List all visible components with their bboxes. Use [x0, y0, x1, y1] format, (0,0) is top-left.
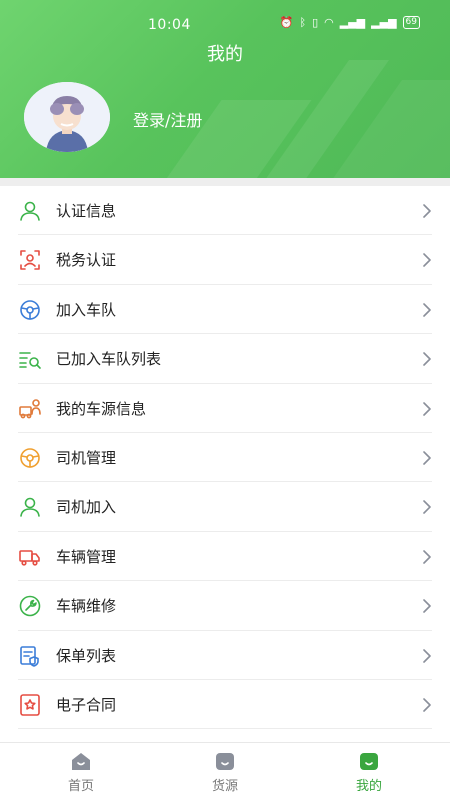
- menu-item[interactable]: 税务认证: [0, 235, 450, 285]
- menu-item[interactable]: 电子合同: [0, 680, 450, 730]
- chevron-right-icon: [422, 499, 432, 515]
- avatar-illustration: [24, 82, 110, 152]
- menu-item-label: 加入车队: [56, 300, 117, 319]
- menu-item-label: 我的车源信息: [56, 399, 147, 418]
- chevron-right-icon: [422, 697, 432, 712]
- chevron-right-icon: [422, 302, 432, 317]
- bottom-tab-bar: 首页 货源 我的: [0, 742, 450, 800]
- chevron-right-icon: [422, 203, 432, 218]
- tab-label: 首页: [67, 779, 94, 794]
- menu-item-label: 司机加入: [56, 498, 117, 517]
- divider: [18, 728, 432, 730]
- menu-item-label: 车辆维修: [56, 597, 117, 616]
- steering-wheel-icon: [18, 446, 42, 470]
- vibrate-icon: ▯: [312, 16, 319, 29]
- section-gap: [0, 178, 450, 186]
- tab-cargo[interactable]: 货源: [180, 751, 270, 794]
- wifi-icon: ◠: [324, 16, 334, 29]
- list-search-icon: [18, 347, 42, 371]
- profile-icon: [358, 751, 380, 771]
- truck-icon: [18, 545, 42, 569]
- menu-item[interactable]: 车辆维修: [0, 581, 450, 631]
- signal-icon: ▂▄▆: [371, 16, 397, 29]
- chevron-right-icon: [422, 549, 432, 564]
- battery-icon: 69: [402, 16, 420, 29]
- menu-item-label: 认证信息: [56, 202, 117, 220]
- menu-item[interactable]: 司机加入: [0, 482, 450, 532]
- status-icons: ⏰ ᛒ ▯ ◠ ▂▄▆ ▂▄▆ 69: [280, 16, 420, 29]
- person-icon: [18, 199, 42, 223]
- menu-item[interactable]: 已加入车队列表: [0, 334, 450, 384]
- chevron-right-icon: [422, 450, 432, 465]
- profile-header: 10:04 ⏰ ᛒ ▯ ◠ ▂▄▆ ▂▄▆ 69 我的 登录/注册: [0, 0, 450, 178]
- menu-list: 认证信息税务认证加入车队已加入车队列表 我的车源信息 司机管理司机加入车辆管理车辆维…: [0, 186, 450, 730]
- truck-person-icon: [18, 397, 42, 421]
- menu-item-label: 保单列表: [56, 646, 117, 665]
- menu-item[interactable]: 保单列表: [0, 631, 450, 680]
- menu-item-label: 司机管理: [56, 448, 117, 467]
- document-shield-icon: [18, 644, 42, 668]
- chevron-right-icon: [422, 598, 432, 613]
- menu-item[interactable]: 我的车源信息: [0, 384, 450, 433]
- chevron-right-icon: [422, 401, 432, 416]
- menu-item[interactable]: 司机管理: [0, 433, 450, 483]
- bluetooth-icon: ᛒ: [299, 16, 307, 29]
- steering-wheel-icon: [18, 298, 42, 322]
- tab-label: 货源: [211, 779, 238, 794]
- tab-profile[interactable]: 我的: [324, 751, 414, 794]
- tab-label: 我的: [355, 779, 382, 794]
- tab-home[interactable]: 首页: [36, 751, 126, 794]
- cargo-icon: [214, 751, 236, 771]
- contract-star-icon: [18, 693, 42, 717]
- menu-item-label: 已加入车队列表: [56, 350, 162, 369]
- person-icon: [18, 495, 42, 519]
- chevron-right-icon: [422, 648, 432, 663]
- menu-item[interactable]: 车辆管理: [0, 532, 450, 582]
- menu-item[interactable]: 认证信息: [0, 186, 450, 236]
- menu-item[interactable]: 加入车队: [0, 285, 450, 335]
- avatar[interactable]: [24, 82, 110, 152]
- menu-item-label: 电子合同: [56, 695, 117, 714]
- menu-item-label: 车辆管理: [56, 547, 117, 566]
- wrench-icon: [18, 594, 42, 618]
- login-register-link[interactable]: 登录/注册: [133, 107, 202, 131]
- signal-icon: ▂▄▆: [339, 16, 366, 29]
- chevron-right-icon: [422, 351, 432, 366]
- menu-item-label: 税务认证: [56, 251, 117, 270]
- page-title: 我的: [207, 44, 243, 65]
- status-time: 10:04: [148, 17, 191, 33]
- alarm-icon: ⏰: [279, 16, 294, 29]
- status-bar: 10:04 ⏰ ᛒ ▯ ◠ ▂▄▆ ▂▄▆ 69: [0, 14, 450, 38]
- home-icon: [70, 751, 92, 771]
- face-scan-icon: [18, 248, 42, 272]
- chevron-right-icon: [422, 252, 432, 268]
